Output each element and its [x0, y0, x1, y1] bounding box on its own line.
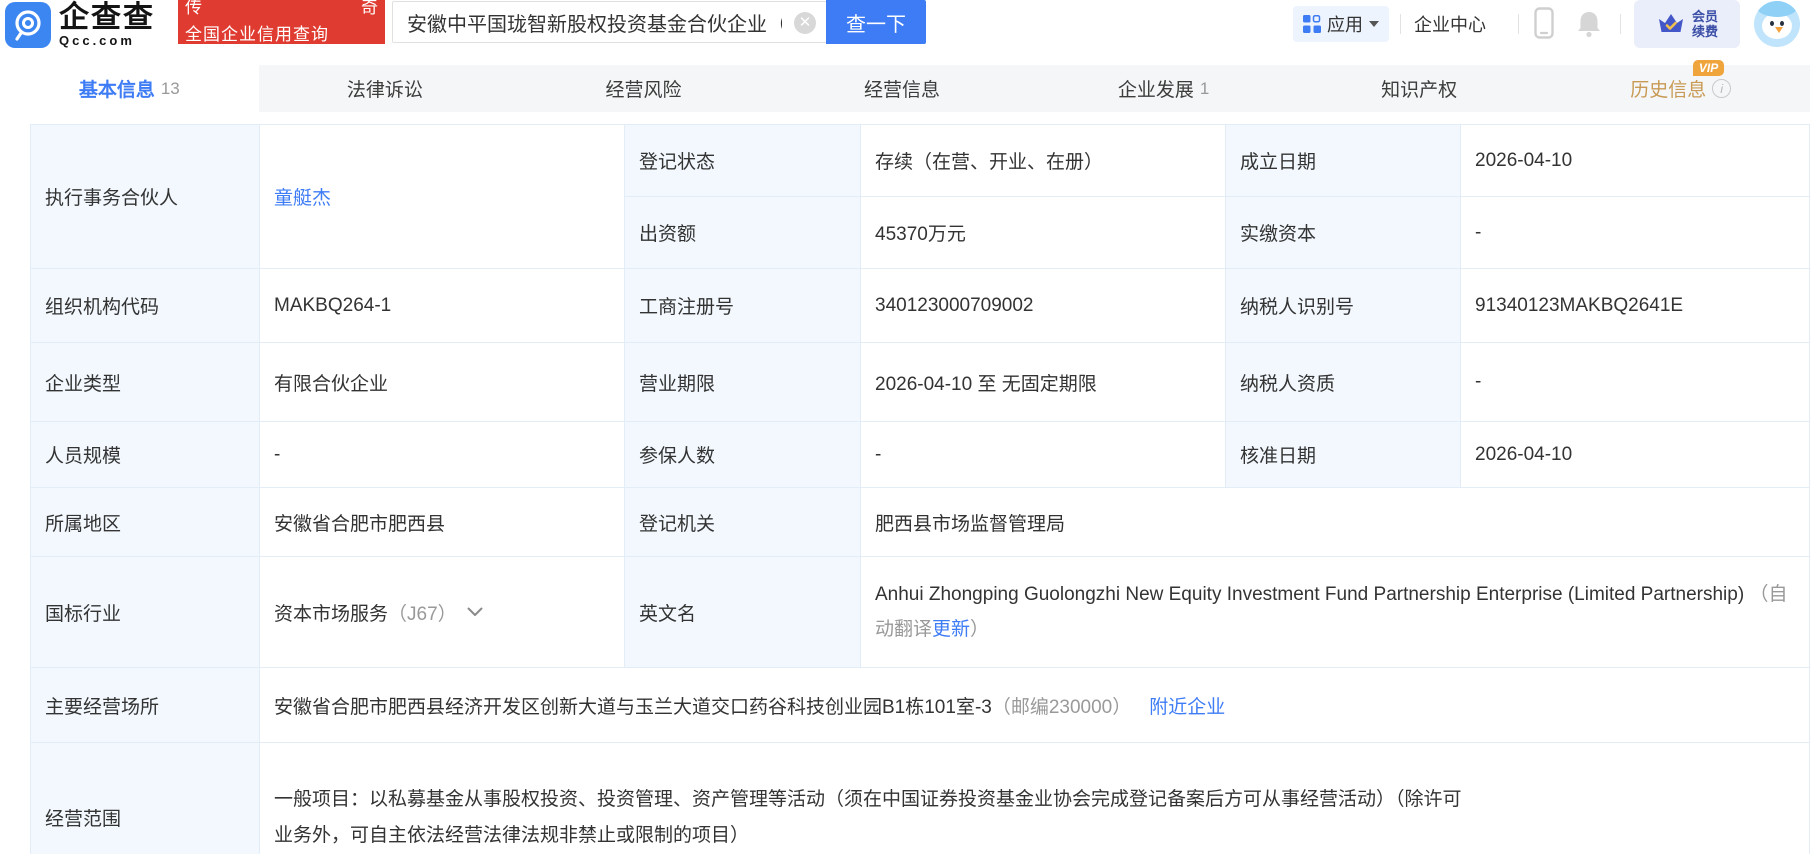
field-value-taxpayer-quality: -	[1461, 343, 1810, 422]
notification-bell-icon[interactable]	[1576, 10, 1602, 38]
apps-menu[interactable]: 应用	[1293, 6, 1389, 42]
field-label-registration-authority: 登记机关	[625, 488, 861, 557]
field-label-business-address: 主要经营场所	[31, 668, 260, 743]
member-renew-label: 会员 续费	[1691, 9, 1718, 39]
field-label-business-term: 营业期限	[625, 343, 861, 422]
qcc-logo[interactable]: 企查查 Qcc.com	[5, 2, 155, 48]
page: 企查查 Qcc.com 传 奇 全国企业信用查询 ✕ 查一下 应用	[0, 0, 1810, 854]
address-zip: （邮编230000）	[991, 696, 1132, 718]
search-button[interactable]: 查一下	[826, 0, 926, 44]
industry-name: 资本市场服务	[274, 603, 389, 625]
avatar-eye	[1770, 21, 1774, 26]
caret-down-icon	[1369, 21, 1379, 27]
ad-banner-line1: 传 奇	[185, 0, 378, 18]
field-label-english-name: 英文名	[625, 557, 861, 668]
clear-icon[interactable]: ✕	[794, 12, 816, 34]
field-value-region: 安徽省合肥市肥西县	[260, 488, 625, 557]
tab-intellectual-property[interactable]: 知识产权	[1293, 65, 1552, 112]
field-value-paid-in-capital: -	[1461, 197, 1810, 269]
user-avatar[interactable]	[1754, 1, 1800, 47]
field-label-industry: 国标行业	[31, 557, 260, 668]
avatar-beak	[1775, 27, 1783, 33]
info-icon: i	[1712, 79, 1732, 98]
tab-basic-info[interactable]: 基本信息 13	[0, 65, 259, 112]
field-value-registration-number: 340123000709002	[861, 269, 1226, 343]
field-value-contribution: 45370万元	[861, 197, 1226, 269]
tab-history-info[interactable]: 历史信息 VIP i	[1551, 60, 1810, 112]
field-label-region: 所属地区	[31, 488, 260, 557]
header-divider	[1620, 14, 1621, 34]
field-value-staff-size: -	[260, 422, 625, 488]
field-label-established-date: 成立日期	[1226, 125, 1461, 197]
field-value-org-code: MAKBQ264-1	[260, 269, 625, 343]
industry-code: （J67）	[388, 603, 457, 625]
field-label-registration-status: 登记状态	[625, 125, 861, 197]
nearby-companies-link[interactable]: 附近企业	[1149, 692, 1225, 719]
field-label-approval-date: 核准日期	[1226, 422, 1461, 488]
member-renew-button[interactable]: 会员 续费	[1634, 0, 1740, 48]
field-label-company-type: 企业类型	[31, 343, 260, 422]
search-input[interactable]	[393, 2, 826, 42]
ad-banner[interactable]: 传 奇 全国企业信用查询	[178, 0, 385, 44]
header-divider	[1518, 14, 1519, 34]
chevron-down-icon[interactable]	[467, 607, 483, 617]
field-value-taxpayer-id: 91340123MAKBQ2641E	[1461, 269, 1810, 343]
tab-legal-litigation[interactable]: 法律诉讼	[259, 65, 518, 112]
field-label-managing-partner: 执行事务合伙人	[31, 125, 260, 269]
logo-domain: Qcc.com	[59, 33, 135, 48]
ad-banner-line2: 全国企业信用查询	[185, 25, 329, 44]
avatar-eye	[1780, 21, 1784, 26]
field-label-taxpayer-quality: 纳税人资质	[1226, 343, 1461, 422]
field-value-business-scope: 一般项目：以私募基金从事股权投资、投资管理、资产管理等活动（须在中国证券投资基金…	[260, 743, 1810, 854]
field-label-contribution: 出资额	[625, 197, 861, 269]
basic-info-table: 执行事务合伙人 童艇杰 登记状态 存续（在营、开业、在册） 成立日期 2026-…	[30, 124, 1810, 854]
field-label-registration-number: 工商注册号	[625, 269, 861, 343]
header-divider	[1400, 14, 1401, 34]
field-value-insured-count: -	[861, 422, 1226, 488]
field-value-industry: 资本市场服务 （J67）	[260, 557, 625, 668]
qcc-logo-icon	[5, 2, 51, 48]
tab-company-development[interactable]: 企业发展 1	[1034, 65, 1293, 112]
field-value-registration-authority: 肥西县市场监督管理局	[861, 488, 1810, 557]
field-label-taxpayer-id: 纳税人识别号	[1226, 269, 1461, 343]
field-value-business-term: 2026-04-10 至 无固定期限	[861, 343, 1226, 422]
avatar-hood	[1756, 1, 1798, 17]
ad-char-left: 传	[185, 0, 202, 17]
field-value-managing-partner: 童艇杰	[260, 125, 625, 269]
mobile-phone-icon[interactable]	[1534, 7, 1554, 39]
enterprise-center-link[interactable]: 企业中心	[1414, 11, 1486, 37]
field-value-approval-date: 2026-04-10	[1461, 422, 1810, 488]
tab-operation-risk[interactable]: 经营风险	[517, 65, 776, 112]
translate-update-link[interactable]: 更新	[932, 619, 970, 640]
ad-char-right: 奇	[361, 0, 378, 17]
top-header: 企查查 Qcc.com 传 奇 全国企业信用查询 ✕ 查一下 应用	[0, 0, 1810, 65]
field-value-established-date: 2026-04-10	[1461, 125, 1810, 197]
field-label-insured-count: 参保人数	[625, 422, 861, 488]
english-name-text: Anhui Zhongping Guolongzhi New Equity In…	[875, 583, 1745, 605]
apps-label: 应用	[1327, 15, 1363, 35]
field-value-company-type: 有限合伙企业	[260, 343, 625, 422]
section-tabbar: 基本信息 13 法律诉讼 经营风险 经营信息 企业发展 1 知识产权 历史信息 VI…	[0, 60, 1810, 112]
tab-operation-info[interactable]: 经营信息	[776, 65, 1035, 112]
field-value-registration-status: 存续（在营、开业、在册）	[861, 125, 1226, 197]
apps-grid-icon	[1303, 15, 1321, 33]
field-label-org-code: 组织机构代码	[31, 269, 260, 343]
field-label-paid-in-capital: 实缴资本	[1226, 197, 1461, 269]
address-text: 安徽省合肥市肥西县经济开发区创新大道与玉兰大道交口药谷科技创业园B1栋101室-…	[274, 696, 992, 718]
managing-partner-link[interactable]: 童艇杰	[274, 183, 331, 210]
crown-icon	[1658, 14, 1683, 32]
search-box: ✕	[392, 1, 826, 43]
field-label-business-scope: 经营范围	[31, 743, 260, 854]
field-value-english-name: Anhui Zhongping Guolongzhi New Equity In…	[861, 557, 1810, 668]
logo-name: 企查查	[59, 1, 155, 34]
field-label-staff-size: 人员规模	[31, 422, 260, 488]
qcc-logo-text: 企查查 Qcc.com	[59, 1, 155, 48]
business-scope-text: 一般项目：以私募基金从事股权投资、投资管理、资产管理等活动（须在中国证券投资基金…	[274, 789, 1462, 846]
vip-badge: VIP	[1692, 60, 1725, 76]
field-value-business-address: 安徽省合肥市肥西县经济开发区创新大道与玉兰大道交口药谷科技创业园B1栋101室-…	[260, 668, 1810, 743]
